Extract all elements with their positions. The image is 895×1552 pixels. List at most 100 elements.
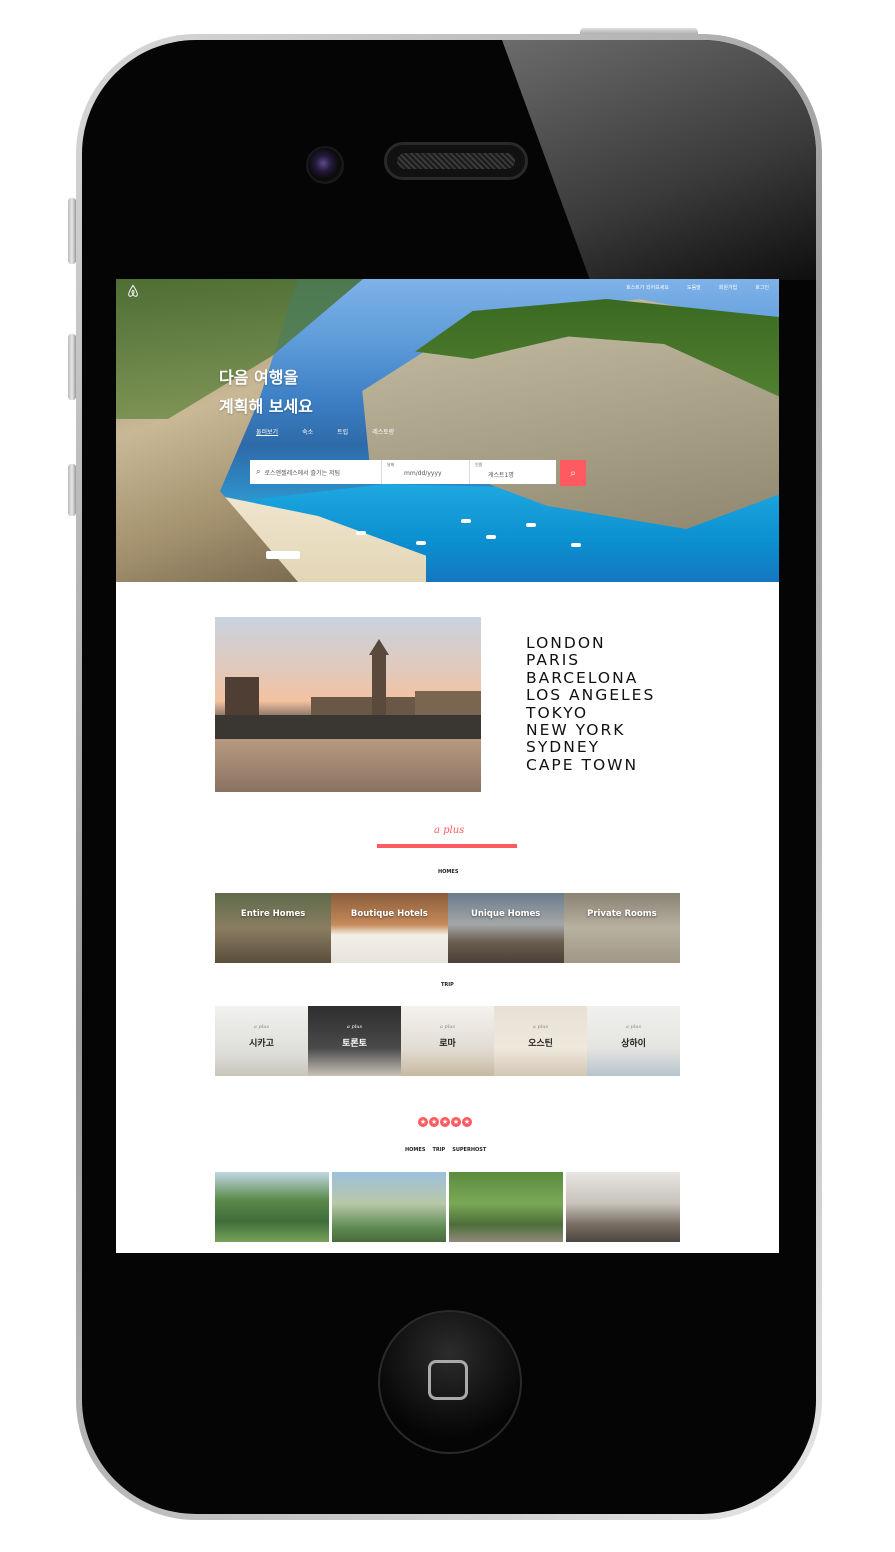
homes-strip: Entire Homes Boutique Hotels Unique Home… — [215, 893, 680, 963]
trip-tile-title: 오스틴 — [528, 1039, 553, 1049]
tab-trip[interactable]: TRIP — [432, 1147, 445, 1153]
trip-tile-script: a plus — [346, 1024, 363, 1030]
home-square-icon — [428, 1360, 468, 1400]
plus-underline — [377, 844, 517, 848]
tab-trips[interactable]: 트립 — [337, 427, 348, 436]
home-button[interactable] — [378, 1310, 522, 1454]
city-link[interactable]: SYDNEY — [526, 739, 655, 757]
trip-tile[interactable]: a plus 오스틴 — [494, 1006, 587, 1076]
star-icon: ★ — [429, 1117, 439, 1127]
device-mockup: 호스트가 되어보세요 도움말 회원가입 로그인 다음 여행을 계획해 보세요 둘… — [0, 0, 895, 1552]
tab-homes[interactable]: 숙소 — [302, 427, 313, 436]
hero-tabs: 둘러보기 숙소 트립 레스토랑 — [256, 427, 394, 436]
search-input[interactable]: ⌕ 로스앤젤레스에서 즐기는 저팀 — [250, 460, 382, 484]
hero-banner: 호스트가 되어보세요 도움말 회원가입 로그인 다음 여행을 계획해 보세요 둘… — [116, 279, 779, 582]
star-icon: ★ — [451, 1117, 461, 1127]
ferry — [266, 551, 300, 559]
guests-field[interactable]: 인원 게스트1명 — [470, 460, 556, 484]
city-link[interactable]: BARCELONA — [526, 669, 655, 687]
photo-card[interactable] — [215, 1172, 329, 1242]
homes-tile[interactable]: Entire Homes — [215, 893, 332, 963]
homes-section-label: HOMES — [438, 869, 459, 875]
tab-explore[interactable]: 둘러보기 — [256, 427, 278, 436]
photo-card[interactable] — [332, 1172, 446, 1242]
rating-stars: ★ ★ ★ ★ ★ — [418, 1117, 472, 1127]
trip-tile-title: 상하이 — [621, 1039, 646, 1049]
photo-card[interactable] — [566, 1172, 680, 1242]
star-icon: ★ — [462, 1117, 472, 1127]
search-button[interactable]: ⌕ — [560, 460, 586, 486]
earpiece-speaker — [384, 142, 528, 180]
trip-tile[interactable]: a plus 상하이 — [587, 1006, 680, 1076]
boat — [356, 531, 366, 535]
trip-tile-title: 토론토 — [342, 1039, 367, 1049]
hero-title: 다음 여행을 계획해 보세요 — [219, 368, 313, 416]
date-field[interactable]: 날짜 mm/dd/yyyy — [382, 460, 470, 484]
search-icon: ⌕ — [570, 467, 576, 479]
volume-up-button — [68, 334, 76, 400]
nav-login[interactable]: 로그인 — [755, 284, 769, 291]
boat — [526, 523, 536, 527]
trip-tile[interactable]: a plus 시카고 — [215, 1006, 308, 1076]
homes-tile[interactable]: Private Rooms — [563, 893, 680, 963]
homes-tile[interactable]: Boutique Hotels — [331, 893, 448, 963]
guests-label: 인원 — [475, 462, 483, 467]
homes-tile[interactable]: Unique Homes — [447, 893, 564, 963]
front-camera — [306, 146, 344, 184]
superhost-tabs: HOMES TRIP SUPERHOST — [405, 1147, 486, 1153]
city-link[interactable]: NEW YORK — [526, 721, 655, 739]
search-input-value: 로스앤젤레스에서 즐기는 저팀 — [264, 469, 341, 477]
nav-host[interactable]: 호스트가 되어보세요 — [626, 284, 669, 291]
city-link[interactable]: PARIS — [526, 651, 655, 669]
city-list: LONDON PARIS BARCELONA LOS ANGELES TOKYO… — [526, 634, 655, 774]
superhost-photos — [215, 1172, 680, 1242]
london-photo — [215, 617, 481, 792]
trip-tile-script: a plus — [532, 1024, 549, 1030]
boat — [486, 535, 496, 539]
boat — [571, 543, 581, 547]
homes-tile-title: Private Rooms — [587, 909, 657, 919]
tab-restaurants[interactable]: 레스토랑 — [372, 427, 394, 436]
star-icon: ★ — [440, 1117, 450, 1127]
tab-superhost[interactable]: SUPERHOST — [452, 1147, 486, 1153]
photo-river — [215, 739, 481, 792]
volume-down-button — [68, 464, 76, 516]
star-icon: ★ — [418, 1117, 428, 1127]
phone-screen: 호스트가 되어보세요 도움말 회원가입 로그인 다음 여행을 계획해 보세요 둘… — [116, 279, 779, 1253]
trip-tile[interactable]: a plus 로마 — [401, 1006, 494, 1076]
trip-strip: a plus 시카고 a plus 토론토 a plus 로마 a plus 오… — [215, 1006, 680, 1076]
city-link[interactable]: CAPE TOWN — [526, 756, 655, 774]
top-nav: 호스트가 되어보세요 도움말 회원가입 로그인 — [626, 284, 769, 291]
plus-wordmark: a plus — [434, 825, 465, 836]
guests-value: 게스트1명 — [488, 472, 514, 479]
photo-building — [415, 691, 481, 717]
trip-section-label: TRIP — [441, 982, 454, 988]
homes-tile-title: Unique Homes — [470, 909, 541, 919]
glass-glare — [502, 40, 816, 280]
photo-card[interactable] — [449, 1172, 563, 1242]
search-icon: ⌕ — [256, 467, 261, 476]
trip-tile-title: 시카고 — [249, 1039, 274, 1049]
city-link[interactable]: LONDON — [526, 634, 655, 652]
boat — [461, 519, 471, 523]
homes-tile-title: Boutique Hotels — [350, 909, 428, 919]
tab-homes[interactable]: HOMES — [405, 1147, 425, 1153]
trip-tile[interactable]: a plus 토론토 — [308, 1006, 401, 1076]
mute-switch — [68, 198, 76, 264]
trip-tile-title: 로마 — [439, 1039, 456, 1049]
airbnb-logo-icon[interactable] — [126, 284, 140, 298]
city-link[interactable]: TOKYO — [526, 704, 655, 722]
trip-tile-script: a plus — [625, 1024, 642, 1030]
trip-tile-script: a plus — [253, 1024, 270, 1030]
photo-building — [225, 677, 259, 717]
boat — [416, 541, 426, 545]
nav-signup[interactable]: 회원가입 — [719, 284, 737, 291]
search-bar: ⌕ 로스앤젤레스에서 즐기는 저팀 날짜 mm/dd/yyyy 인원 게스트1명 — [250, 460, 556, 484]
trip-tile-script: a plus — [439, 1024, 456, 1030]
city-link[interactable]: LOS ANGELES — [526, 686, 655, 704]
date-value: mm/dd/yyyy — [404, 470, 442, 477]
date-label: 날짜 — [387, 462, 395, 467]
homes-tile-title: Entire Homes — [240, 909, 306, 919]
nav-help[interactable]: 도움말 — [687, 284, 701, 291]
photo-parliament — [311, 697, 421, 717]
